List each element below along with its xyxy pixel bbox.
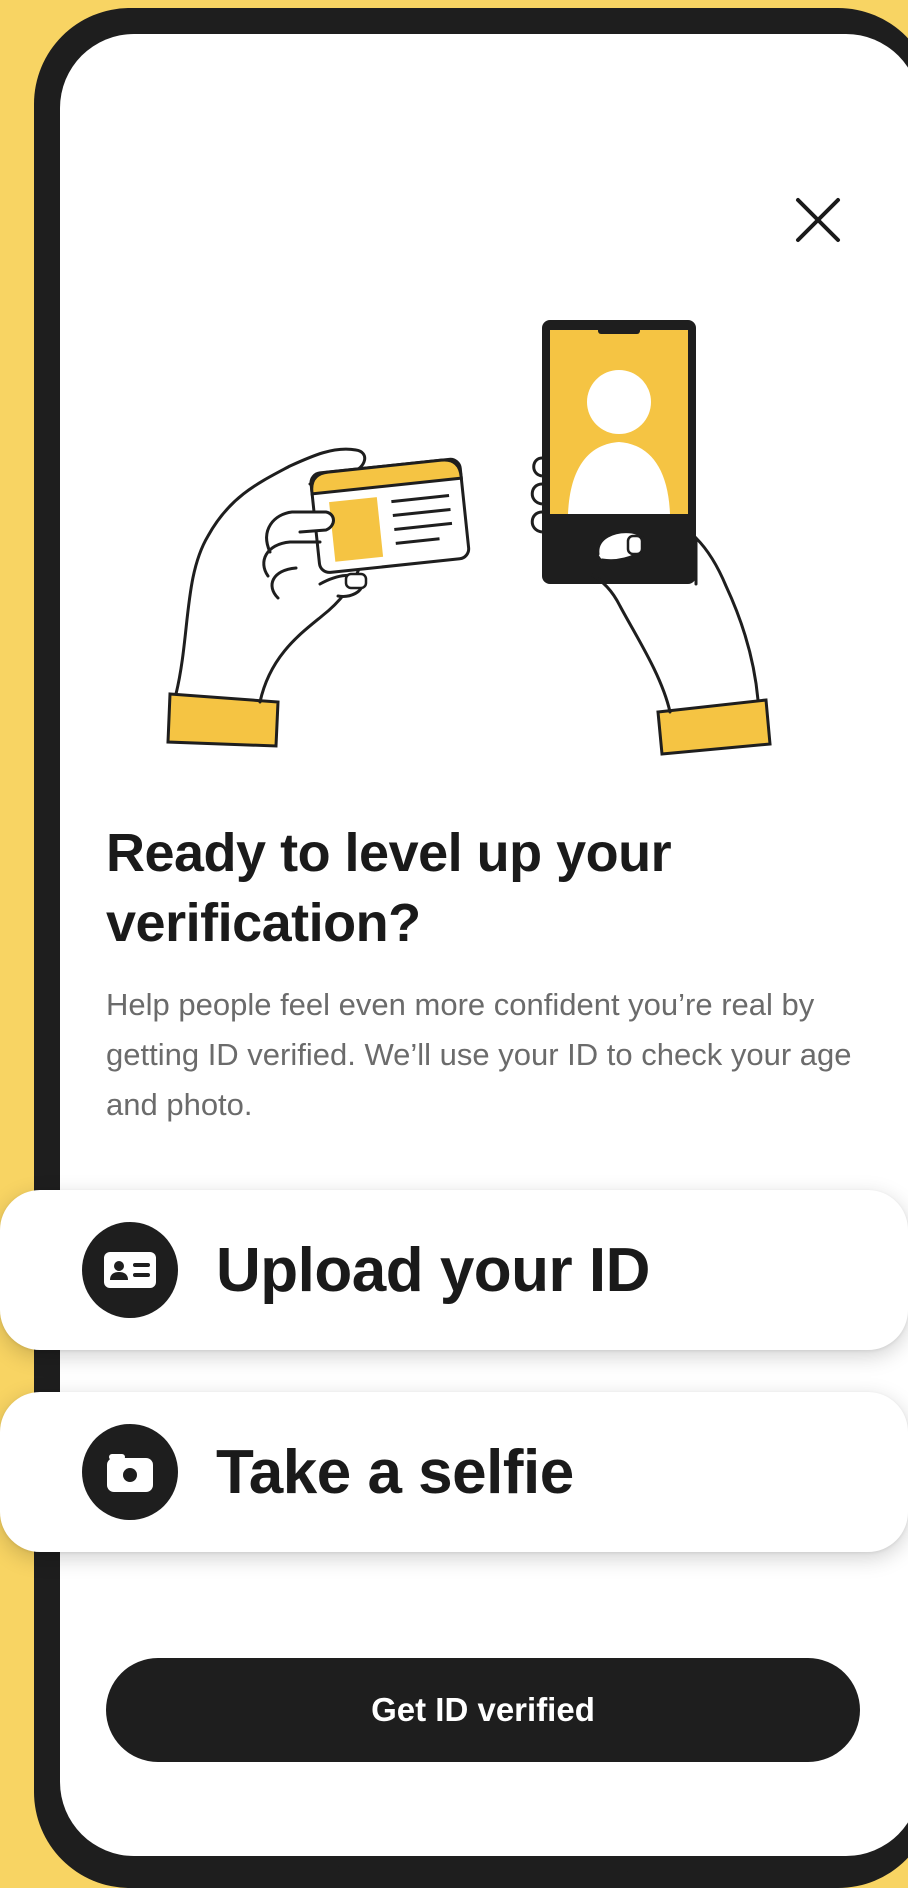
home-indicator [338, 1864, 628, 1874]
close-icon [796, 198, 840, 242]
upload-id-label: Upload your ID [216, 1235, 650, 1305]
id-card-icon [82, 1222, 178, 1318]
page-title: Ready to level up your verification? [106, 823, 672, 953]
upload-id-option[interactable]: Upload your ID [0, 1190, 908, 1350]
id-verification-illustration [166, 320, 772, 756]
camera-icon [82, 1424, 178, 1520]
get-id-verified-button[interactable]: Get ID verified [106, 1658, 860, 1762]
take-selfie-label: Take a selfie [216, 1437, 574, 1507]
close-button[interactable] [778, 180, 858, 260]
take-selfie-option[interactable]: Take a selfie [0, 1392, 908, 1552]
description-text: Help people feel even more confident you… [106, 987, 852, 1122]
